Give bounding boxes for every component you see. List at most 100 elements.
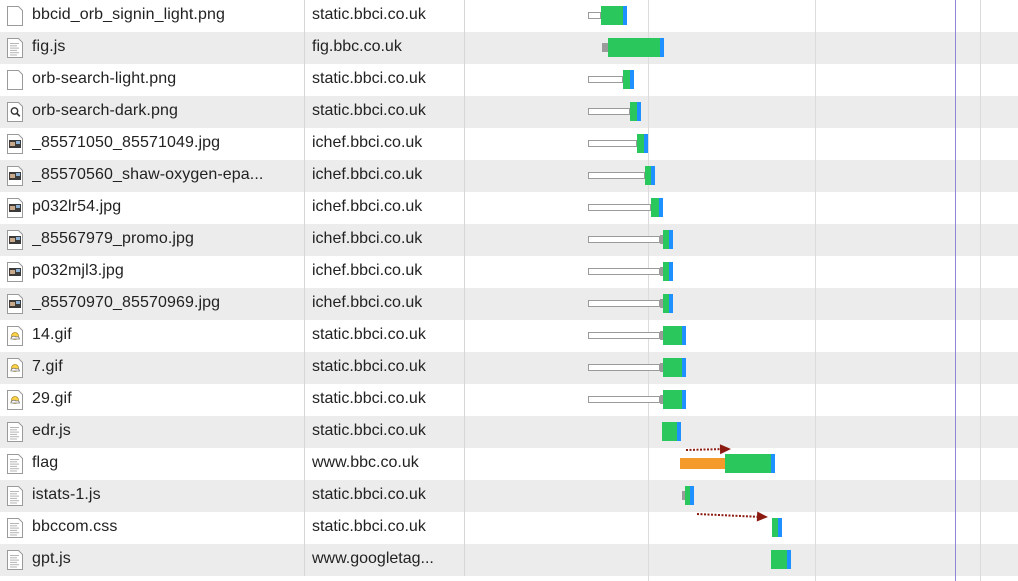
receiving-bar[interactable]	[630, 102, 637, 121]
annotation-arrow-icon	[685, 444, 731, 455]
network-waterfall: bbcid_orb_signin_light.png static.bbci.co…	[0, 0, 1018, 581]
request-name-cell: orb-search-light.png	[0, 64, 305, 96]
script-file-icon	[7, 38, 23, 58]
processing-bar	[682, 326, 686, 345]
waiting-bar	[588, 236, 660, 243]
receiving-bar[interactable]	[663, 326, 682, 345]
processing-bar	[637, 102, 641, 121]
request-name: fig.js	[32, 38, 66, 55]
processing-bar	[778, 518, 782, 537]
request-domain: ichef.bbci.co.uk	[312, 134, 423, 151]
processing-bar	[677, 422, 681, 441]
request-name-cell: istats-1.js	[0, 480, 305, 512]
request-name: 14.gif	[32, 326, 72, 343]
script-file-icon	[7, 422, 23, 442]
processing-bar	[787, 550, 791, 569]
waiting-bar	[588, 172, 645, 179]
weather-gif-icon	[7, 390, 23, 410]
photo-thumbnail-icon	[7, 166, 23, 186]
request-name-cell: bbccom.css	[0, 512, 305, 544]
request-name: flag	[32, 454, 59, 471]
request-name: p032lr54.jpg	[32, 198, 122, 215]
processing-bar	[659, 198, 663, 217]
photo-thumbnail-icon	[7, 198, 23, 218]
request-domain-cell: static.bbci.co.uk	[305, 480, 465, 512]
request-name-cell: 29.gif	[0, 384, 305, 416]
waiting-bar	[588, 364, 660, 371]
request-domain: static.bbci.co.uk	[312, 390, 426, 407]
request-domain-cell: ichef.bbci.co.uk	[305, 160, 465, 192]
photo-thumbnail-icon	[7, 294, 23, 314]
request-domain: ichef.bbci.co.uk	[312, 198, 423, 215]
request-name-cell: gpt.js	[0, 544, 305, 576]
waiting-bar	[588, 76, 623, 83]
request-domain: www.googletag...	[312, 550, 434, 567]
request-domain-cell: ichef.bbci.co.uk	[305, 192, 465, 224]
waiting-bar	[588, 268, 660, 275]
request-name: _85570560_shaw-oxygen-epa...	[32, 166, 264, 183]
image-file-blank-icon	[7, 70, 23, 90]
receiving-bar[interactable]	[771, 550, 787, 569]
request-name-cell: orb-search-dark.png	[0, 96, 305, 128]
request-domain: ichef.bbci.co.uk	[312, 294, 423, 311]
waiting-bar	[588, 108, 630, 115]
request-domain: static.bbci.co.uk	[312, 486, 426, 503]
request-domain-cell: ichef.bbci.co.uk	[305, 224, 465, 256]
request-domain: static.bbci.co.uk	[312, 102, 426, 119]
request-name-cell: flag	[0, 448, 305, 480]
search-image-icon	[7, 102, 23, 122]
request-domain-cell: static.bbci.co.uk	[305, 0, 465, 32]
receiving-bar[interactable]	[601, 6, 623, 25]
timeline-column	[465, 0, 1018, 581]
receiving-bar[interactable]	[663, 358, 682, 377]
processing-bar	[669, 262, 673, 281]
request-domain: ichef.bbci.co.uk	[312, 262, 423, 279]
script-file-icon	[7, 486, 23, 506]
photo-thumbnail-icon	[7, 262, 23, 282]
request-name: _85570970_85570969.jpg	[32, 294, 221, 311]
request-name-cell: 7.gif	[0, 352, 305, 384]
receiving-bar[interactable]	[663, 390, 682, 409]
request-name: p032mjl3.jpg	[32, 262, 124, 279]
request-domain-cell: ichef.bbci.co.uk	[305, 288, 465, 320]
request-name-cell: bbcid_orb_signin_light.png	[0, 0, 305, 32]
request-name: bbccom.css	[32, 518, 118, 535]
waiting-bar	[588, 140, 637, 147]
load-event-line	[955, 0, 956, 581]
stylesheet-file-icon	[7, 518, 23, 538]
image-file-blank-icon	[7, 6, 23, 26]
request-name: 7.gif	[32, 358, 63, 375]
weather-gif-icon	[7, 326, 23, 346]
request-name: _85567979_promo.jpg	[32, 230, 195, 247]
receiving-bar[interactable]	[608, 38, 660, 57]
request-name: 29.gif	[32, 390, 72, 407]
request-name: gpt.js	[32, 550, 71, 567]
request-domain: static.bbci.co.uk	[312, 6, 426, 23]
waiting-bar	[588, 204, 651, 211]
request-domain-cell: static.bbci.co.uk	[305, 416, 465, 448]
receiving-bar[interactable]	[623, 70, 630, 89]
timeline-gridline	[980, 0, 981, 581]
request-domain-cell: www.googletag...	[305, 544, 465, 576]
request-domain: fig.bbc.co.uk	[312, 38, 402, 55]
request-domain: static.bbci.co.uk	[312, 326, 426, 343]
receiving-bar[interactable]	[637, 134, 644, 153]
processing-bar	[660, 38, 664, 57]
request-name-cell: edr.js	[0, 416, 305, 448]
request-domain: static.bbci.co.uk	[312, 70, 426, 87]
waiting-bar	[588, 332, 660, 339]
request-name-cell: _85567979_promo.jpg	[0, 224, 305, 256]
request-domain: static.bbci.co.uk	[312, 518, 426, 535]
script-file-icon	[7, 550, 23, 570]
timeline-gridline	[815, 0, 816, 581]
annotation-arrow-icon	[696, 511, 768, 522]
receiving-bar[interactable]	[662, 422, 677, 441]
receiving-bar[interactable]	[651, 198, 659, 217]
request-name: orb-search-dark.png	[32, 102, 178, 119]
request-domain-cell: static.bbci.co.uk	[305, 352, 465, 384]
request-domain-cell: static.bbci.co.uk	[305, 64, 465, 96]
processing-bar	[771, 454, 775, 473]
request-name: bbcid_orb_signin_light.png	[32, 6, 225, 23]
processing-bar	[682, 358, 686, 377]
waiting-bar	[588, 300, 660, 307]
